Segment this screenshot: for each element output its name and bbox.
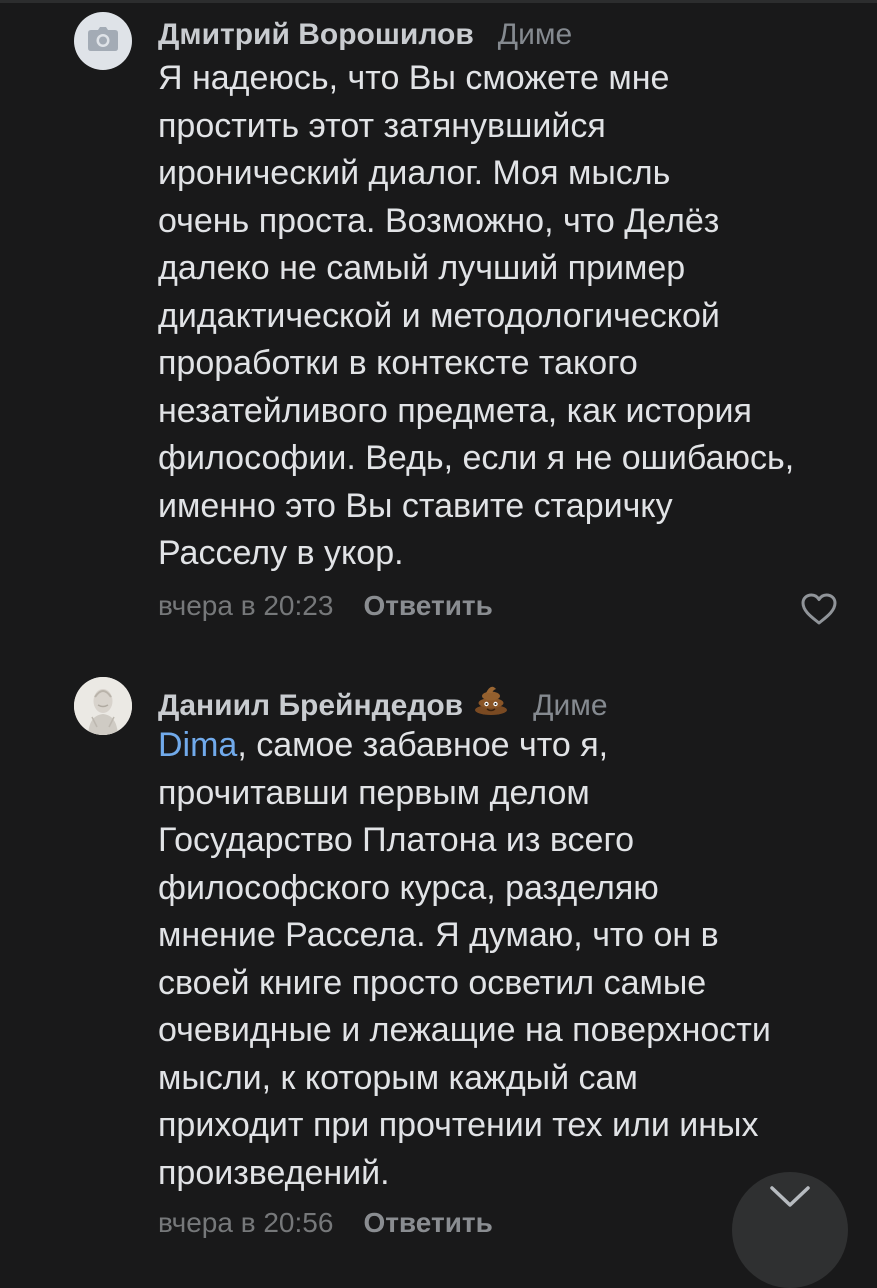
comment-text: Я надеюсь, что Вы сможете мне простить э… — [158, 59, 795, 572]
camera-icon — [88, 26, 118, 56]
reply-button[interactable]: Ответить — [363, 590, 492, 622]
scroll-down-button[interactable] — [732, 1172, 848, 1288]
comment-time: вчера в 20:23 — [158, 590, 334, 621]
comment-text: Dima, самое забавное что я, прочитавши п… — [158, 722, 848, 1197]
comment-meta: вчера в 20:56 Ответить — [158, 1207, 493, 1239]
comment-time: вчера в 20:56 — [158, 1207, 334, 1238]
author-name[interactable]: Даниил Брейндедов — [158, 689, 463, 723]
avatar[interactable] — [74, 677, 132, 735]
reply-button[interactable]: Ответить — [363, 1207, 492, 1239]
reply-to-label[interactable]: Диме — [498, 18, 572, 52]
reply-to-label[interactable]: Диме — [533, 689, 607, 723]
chevron-down-icon — [768, 1184, 812, 1215]
user-mention-link[interactable]: Dima — [158, 726, 237, 764]
top-divider — [0, 0, 877, 3]
avatar[interactable] — [74, 12, 132, 70]
comment-text-body: , самое забавное что я, прочитавши первы… — [158, 726, 771, 1192]
comment-meta: вчера в 20:23 Ответить — [158, 590, 493, 622]
pile-of-poo-emoji — [473, 683, 509, 715]
heart-icon[interactable] — [800, 592, 838, 626]
comment-header: Дмитрий Ворошилов Диме — [158, 18, 572, 52]
author-name[interactable]: Дмитрий Ворошилов — [158, 18, 474, 52]
comment-header: Даниил Брейндедов Диме — [158, 683, 608, 723]
